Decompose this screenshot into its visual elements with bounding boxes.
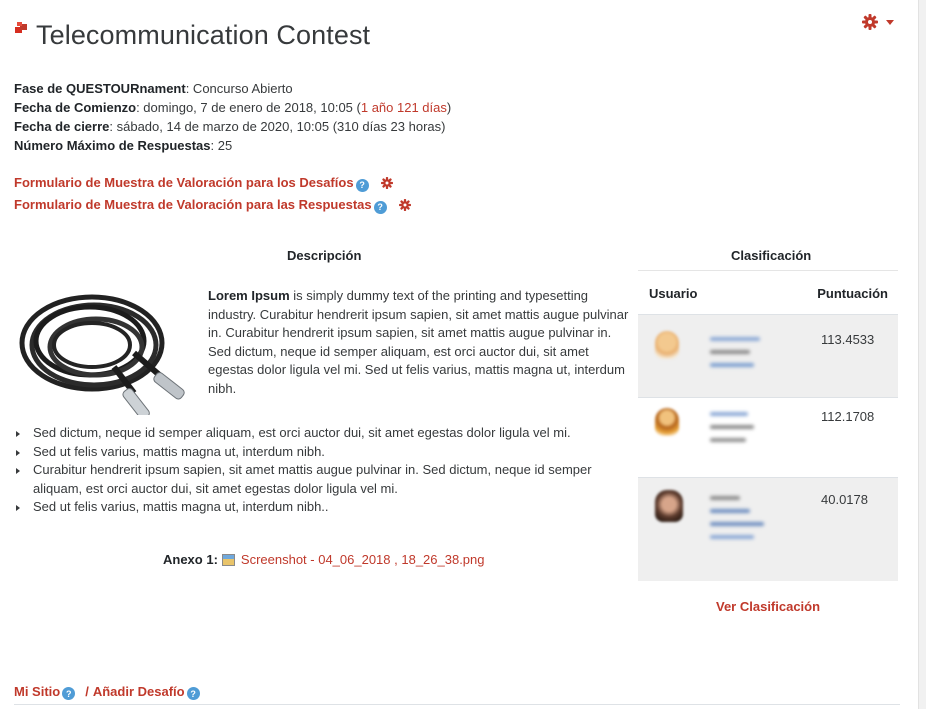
description-text: Lorem Ipsum is simply dummy text of the … <box>208 288 629 396</box>
score-value: 112.1708 <box>821 409 875 424</box>
col-user: Usuario <box>649 286 698 301</box>
classification-heading: Clasificación <box>731 248 812 263</box>
add-challenge-link[interactable]: Añadir Desafío <box>93 684 185 699</box>
start-elapsed: 1 año 121 días <box>360 100 447 115</box>
help-icon[interactable]: ? <box>186 687 200 700</box>
chevron-down-icon <box>886 19 894 25</box>
annex-label: Anexo 1: <box>163 552 218 567</box>
challenges-form-link[interactable]: Formulario de Muestra de Valoración para… <box>14 172 354 194</box>
score-value: 40.0178 <box>821 492 868 507</box>
image-file-icon <box>221 553 235 566</box>
classification-table: Usuario Puntuación 113.4533 112.1708 40.… <box>638 270 898 581</box>
avatar <box>655 331 679 359</box>
user-name-blurred[interactable] <box>710 337 760 376</box>
avatar <box>655 408 679 436</box>
end-date-line: Fecha de cierre: sábado, 14 de marzo de … <box>14 119 446 134</box>
start-date-line: Fecha de Comienzo: domingo, 7 de enero d… <box>14 100 452 115</box>
footer-breadcrumb: Mi Sitio ? / Añadir Desafío ? <box>14 684 200 700</box>
help-icon[interactable]: ? <box>355 178 369 192</box>
table-row: 113.4533 <box>638 314 898 397</box>
divider <box>14 704 900 705</box>
description-heading: Descripción <box>287 248 362 263</box>
page-scrollbar[interactable] <box>918 0 926 709</box>
annex: Anexo 1: Screenshot - 04_06_2018 , 18_26… <box>163 552 485 567</box>
user-name-blurred[interactable] <box>710 412 754 451</box>
answers-form-link[interactable]: Formulario de Muestra de Valoración para… <box>14 194 372 216</box>
score-value: 113.4533 <box>821 332 875 347</box>
list-item: Sed ut felis varius, mattis magna ut, in… <box>14 498 638 517</box>
settings-menu-button[interactable] <box>862 14 894 30</box>
avatar <box>655 490 683 522</box>
user-name-blurred[interactable] <box>710 496 764 548</box>
list-item: Sed ut felis varius, mattis magna ut, in… <box>14 443 638 462</box>
gear-icon <box>862 14 878 30</box>
gear-icon[interactable] <box>398 199 411 211</box>
table-header: Usuario Puntuación <box>638 270 898 314</box>
table-row: 112.1708 <box>638 397 898 477</box>
contest-logo-icon <box>15 21 27 33</box>
gear-icon[interactable] <box>380 177 393 189</box>
col-score: Puntuación <box>817 286 888 301</box>
help-icon[interactable]: ? <box>373 200 387 214</box>
max-answers-line: Número Máximo de Respuestas: 25 <box>14 138 233 153</box>
breadcrumb-separator: / <box>85 684 89 699</box>
contest-info: Fase de QUESTOURnament: Concurso Abierto… <box>14 79 451 155</box>
list-item: Curabitur hendrerit ipsum sapien, sit am… <box>14 461 638 498</box>
view-classification-link[interactable]: Ver Clasificación <box>716 599 820 614</box>
table-row: 40.0178 <box>638 477 898 581</box>
my-site-link[interactable]: Mi Sitio <box>14 684 60 699</box>
list-item: Sed dictum, neque id semper aliquam, est… <box>14 424 638 443</box>
assessment-forms: Formulario de Muestra de Valoración para… <box>14 172 411 216</box>
page-header: Telecommunication Contest <box>14 20 370 51</box>
phase-line: Fase de QUESTOURnament: Concurso Abierto <box>14 81 293 96</box>
description-bullets: Sed dictum, neque id semper aliquam, est… <box>14 424 638 517</box>
help-icon[interactable]: ? <box>62 687 76 700</box>
cable-image <box>19 294 185 415</box>
page-title: Telecommunication Contest <box>36 20 371 50</box>
annex-file-link[interactable]: Screenshot - 04_06_2018 , 18_26_38.png <box>241 552 485 567</box>
